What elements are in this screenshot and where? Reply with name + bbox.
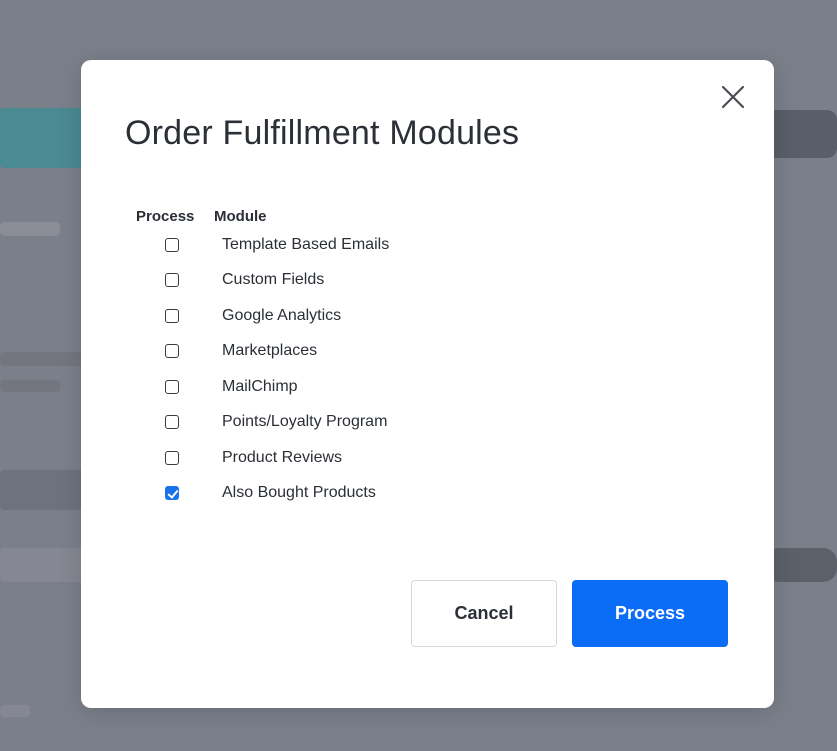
background-text <box>0 352 90 366</box>
modules-table: Process Module Template Based Emails Cust… <box>136 206 389 511</box>
table-row: Google Analytics <box>136 298 389 334</box>
background-text <box>0 380 60 392</box>
checkbox-cell <box>136 344 222 359</box>
order-fulfillment-dialog: Order Fulfillment Modules Process Module… <box>81 60 774 708</box>
background-band <box>0 470 90 510</box>
module-rows: Template Based Emails Custom Fields Google… <box>136 227 389 511</box>
table-row: Custom Fields <box>136 263 389 299</box>
table-row: Marketplaces <box>136 334 389 370</box>
process-checkbox[interactable] <box>165 486 179 501</box>
close-button[interactable] <box>720 84 746 110</box>
module-label: Google Analytics <box>222 306 342 324</box>
checkbox-cell <box>136 237 222 252</box>
dialog-title: Order Fulfillment Modules <box>125 114 520 152</box>
column-header-process: Process <box>136 207 195 225</box>
process-checkbox[interactable] <box>165 308 179 323</box>
column-header-module: Module <box>214 207 267 225</box>
process-checkbox[interactable] <box>165 237 179 252</box>
cancel-button[interactable]: Cancel <box>411 580 557 647</box>
checkbox-cell <box>136 415 222 430</box>
process-checkbox[interactable] <box>165 344 179 359</box>
module-label: Template Based Emails <box>222 235 390 253</box>
module-label: Marketplaces <box>222 342 318 360</box>
process-checkbox[interactable] <box>165 415 179 430</box>
table-row: Points/Loyalty Program <box>136 405 389 441</box>
table-row: Also Bought Products <box>136 476 389 512</box>
checkbox-cell <box>136 308 222 323</box>
background-band <box>0 548 90 582</box>
module-label: Also Bought Products <box>222 484 376 502</box>
close-icon <box>721 85 745 109</box>
table-row: MailChimp <box>136 369 389 405</box>
process-checkbox[interactable] <box>165 450 179 465</box>
background-text <box>0 222 60 236</box>
process-checkbox[interactable] <box>165 273 179 288</box>
checkbox-cell <box>136 486 222 501</box>
table-header: Process Module <box>136 206 389 226</box>
module-label: Custom Fields <box>222 271 325 289</box>
checkbox-cell <box>136 450 222 465</box>
module-label: Product Reviews <box>222 448 343 466</box>
table-row: Product Reviews <box>136 440 389 476</box>
background-text <box>0 705 30 717</box>
table-row: Template Based Emails <box>136 227 389 263</box>
checkbox-cell <box>136 379 222 394</box>
module-label: MailChimp <box>222 377 298 395</box>
process-checkbox[interactable] <box>165 379 179 394</box>
process-button[interactable]: Process <box>572 580 728 647</box>
module-label: Points/Loyalty Program <box>222 413 388 431</box>
checkbox-cell <box>136 273 222 288</box>
background-pills <box>765 548 837 582</box>
